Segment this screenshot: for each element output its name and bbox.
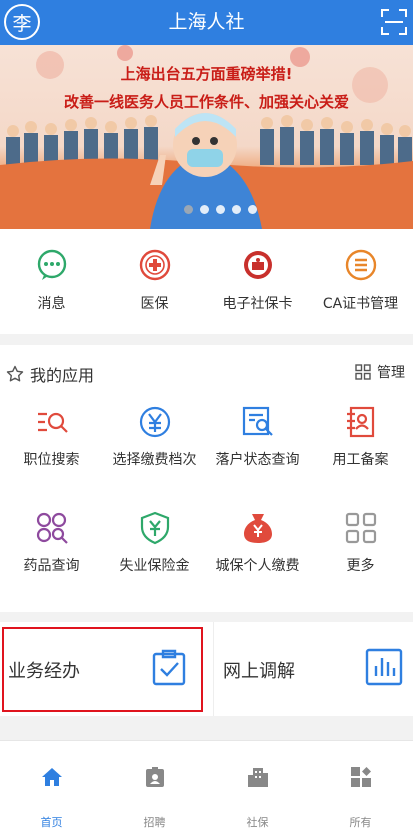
my-apps-section: 我的应用 管理 职位搜索 选择缴费档次 落户状态查询 用工备案 药品查询 失业保… [0, 345, 413, 612]
online-mediation-button[interactable]: 网上调解 [213, 622, 413, 716]
app-title: 上海人社 [168, 11, 245, 33]
carousel-dot[interactable] [184, 205, 193, 214]
banner-headline: 上海出台五方面重磅举措! [120, 65, 293, 83]
more-icon [345, 512, 376, 544]
quick-item-label: 电子社保卡 [222, 296, 293, 312]
app-personal-payment[interactable]: 城保个人缴费 [206, 511, 309, 575]
all-icon [350, 767, 371, 787]
carousel-dot[interactable] [200, 205, 209, 214]
star-icon [6, 365, 24, 382]
quick-item-ca[interactable]: CA证书管理 [309, 249, 412, 313]
app-label: 城保个人缴费 [215, 558, 300, 574]
job-search-icon [37, 412, 68, 433]
social-security-icon [247, 768, 268, 787]
quick-item-ecard[interactable]: 电子社保卡 [206, 249, 309, 313]
quick-item-label: CA证书管理 [322, 296, 399, 312]
tab-home[interactable]: 首页 [0, 741, 103, 830]
manage-button[interactable]: 管理 [355, 362, 405, 382]
app-label: 用工备案 [332, 452, 389, 468]
residency-status-icon [242, 406, 273, 436]
carousel-dots [184, 205, 257, 214]
employment-record-icon [346, 406, 374, 438]
my-apps-header: 我的应用 [6, 362, 94, 386]
app-header: 李 上海人社 [0, 0, 413, 45]
message-icon [37, 249, 66, 280]
app-residency-status[interactable]: 落户状态查询 [206, 405, 309, 469]
drug-query-icon [36, 512, 68, 544]
medical-insurance-icon [139, 249, 170, 281]
recruit-icon [145, 767, 164, 787]
personal-payment-icon [243, 514, 272, 543]
tab-social-security[interactable]: 社保 [206, 741, 309, 830]
app-label: 选择缴费档次 [112, 452, 197, 468]
scan-icon[interactable] [381, 9, 407, 35]
home-icon [41, 768, 62, 786]
banner-subheadline: 改善一线医务人员工作条件、加强关心关爱 [63, 93, 349, 111]
payment-level-icon [139, 406, 170, 438]
ca-certificate-icon [345, 249, 376, 281]
app-payment-level[interactable]: 选择缴费档次 [103, 405, 206, 469]
tab-recruit[interactable]: 招聘 [103, 741, 206, 830]
tab-label: 招聘 [143, 816, 166, 829]
quick-item-medical[interactable]: 医保 [103, 249, 206, 313]
app-label: 失业保险金 [119, 558, 190, 574]
manage-label: 管理 [377, 365, 405, 381]
unemployment-insurance-icon [140, 511, 169, 545]
app-job-search[interactable]: 职位搜索 [0, 405, 103, 469]
app-employment-record[interactable]: 用工备案 [309, 405, 412, 469]
app-label: 药品查询 [23, 558, 80, 574]
app-more[interactable]: 更多 [309, 511, 412, 575]
selection-highlight [2, 627, 203, 712]
bar-chart-icon [365, 648, 403, 686]
app-label: 落户状态查询 [215, 452, 300, 468]
carousel-dot[interactable] [232, 205, 241, 214]
my-apps-title: 我的应用 [30, 366, 95, 385]
app-label: 职位搜索 [23, 452, 80, 468]
grid-icon [355, 364, 371, 380]
promo-banner[interactable]: 上海出台五方面重磅举措! 改善一线医务人员工作条件、加强关心关爱 [0, 45, 413, 229]
social-security-card-icon [243, 251, 272, 279]
quick-item-label: 消息 [37, 296, 66, 312]
bottom-tab-bar: 首页 招聘 社保 所有 [0, 740, 413, 830]
app-unemployment-insurance[interactable]: 失业保险金 [103, 511, 206, 575]
tab-label: 社保 [246, 816, 269, 829]
quick-access: 消息 医保 电子社保卡 CA证书管理 [0, 229, 413, 334]
quick-item-label: 医保 [140, 296, 169, 312]
carousel-dot[interactable] [248, 205, 257, 214]
app-drug-query[interactable]: 药品查询 [0, 511, 103, 575]
tab-label: 首页 [40, 816, 63, 829]
tab-all[interactable]: 所有 [309, 741, 412, 830]
quick-item-messages[interactable]: 消息 [0, 249, 103, 313]
app-label: 更多 [346, 558, 375, 574]
carousel-dot[interactable] [216, 205, 225, 214]
tab-label: 所有 [349, 816, 372, 829]
service-label: 网上调解 [223, 661, 295, 682]
